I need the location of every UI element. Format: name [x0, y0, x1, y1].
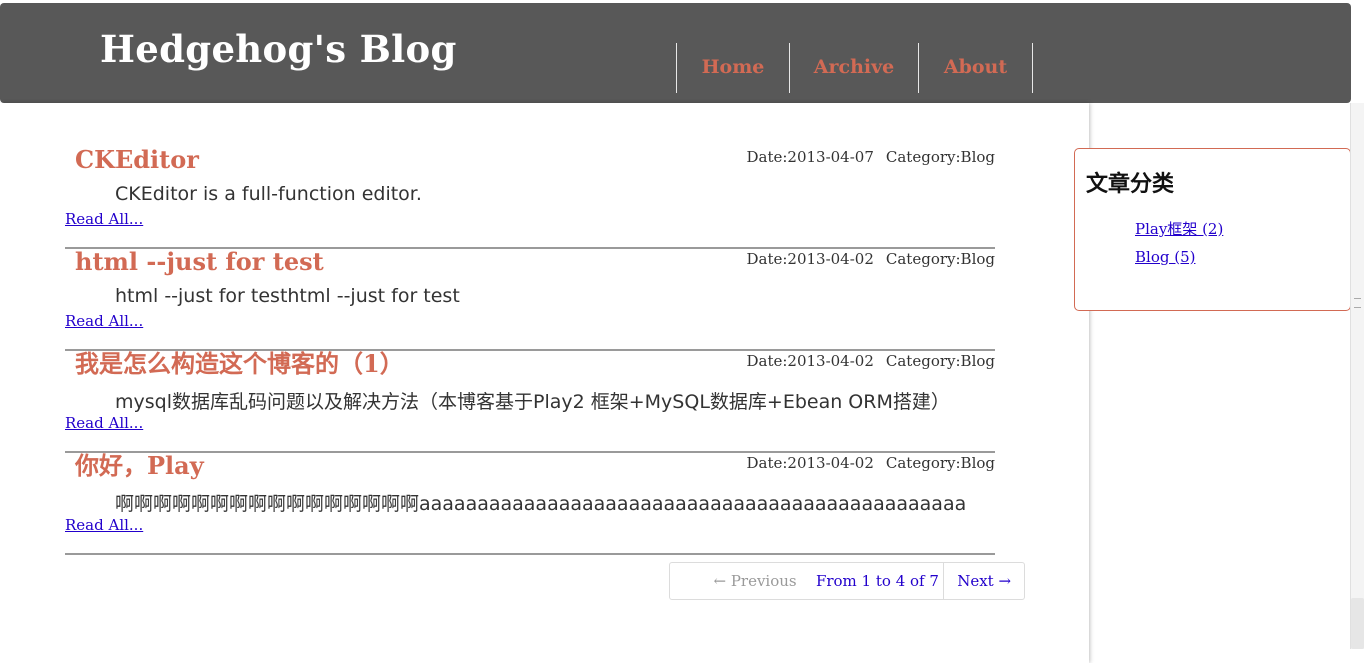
- read-all-link[interactable]: Read All...: [65, 210, 143, 228]
- category-link-blog[interactable]: Blog (5): [1135, 248, 1195, 266]
- post-date: Date:2013-04-02: [746, 352, 874, 370]
- nav-home[interactable]: Home: [676, 43, 789, 93]
- category-item: Play框架 (2): [1135, 218, 1223, 248]
- post-summary: mysql数据库乱码问题以及解决方法（本博客基于Play2 框架+MySQL数据…: [115, 391, 950, 413]
- post-category: Category:Blog: [885, 454, 995, 472]
- sidebar-title: 文章分类: [1086, 172, 1175, 197]
- post-item: 我是怎么构造这个博客的（1） Date:2013-04-02 Category:B…: [65, 349, 995, 453]
- category-sidebar: 文章分类 Play框架 (2) Blog (5): [1074, 148, 1351, 311]
- post-summary: CKEditor is a full-function editor.: [115, 183, 422, 205]
- post-title[interactable]: 你好，Play: [75, 451, 204, 481]
- post-title[interactable]: 我是怎么构造这个博客的（1）: [75, 349, 404, 379]
- post-item: 你好，Play Date:2013-04-02 Category:Blog 啊啊啊…: [65, 451, 995, 555]
- next-page-button[interactable]: Next →: [944, 563, 1024, 599]
- post-meta: Date:2013-04-02 Category:Blog: [746, 454, 995, 472]
- post-summary: html --just for testhtml --just for test: [115, 285, 460, 307]
- page-info: From 1 to 4 of 7: [812, 563, 945, 599]
- post-title[interactable]: html --just for test: [75, 247, 324, 277]
- main-content: CKEditor Date:2013-04-07 Category:Blog CK…: [0, 103, 1089, 663]
- nav-about[interactable]: About: [918, 43, 1033, 93]
- category-list: Play框架 (2) Blog (5): [1135, 218, 1223, 278]
- page-scrollbar[interactable]: [1350, 103, 1364, 649]
- post-item: CKEditor Date:2013-04-07 Category:Blog CK…: [65, 145, 995, 249]
- post-date: Date:2013-04-02: [746, 250, 874, 268]
- post-date: Date:2013-04-07: [746, 148, 874, 166]
- category-item: Blog (5): [1135, 248, 1223, 278]
- post-category: Category:Blog: [885, 148, 995, 166]
- post-title[interactable]: CKEditor: [75, 145, 199, 175]
- scrollbar-thumb[interactable]: [1351, 598, 1364, 649]
- previous-page-button: ← Previous: [713, 572, 797, 590]
- read-all-link[interactable]: Read All...: [65, 516, 143, 534]
- post-item: html --just for test Date:2013-04-02 Cate…: [65, 247, 995, 351]
- post-meta: Date:2013-04-02 Category:Blog: [746, 352, 995, 370]
- post-meta: Date:2013-04-02 Category:Blog: [746, 250, 995, 268]
- pagination: ← Previous From 1 to 4 of 7 Next →: [669, 562, 1025, 600]
- read-all-link[interactable]: Read All...: [65, 414, 143, 432]
- site-header: Hedgehog's Blog Home Archive About: [0, 3, 1351, 103]
- post-meta: Date:2013-04-07 Category:Blog: [746, 148, 995, 166]
- post-category: Category:Blog: [885, 250, 995, 268]
- nav-archive[interactable]: Archive: [789, 43, 918, 93]
- read-all-link[interactable]: Read All...: [65, 312, 143, 330]
- post-category: Category:Blog: [885, 352, 995, 370]
- site-title[interactable]: Hedgehog's Blog: [100, 27, 457, 71]
- post-summary: 啊啊啊啊啊啊啊啊啊啊啊啊啊啊啊啊aaaaaaaaaaaaaaaaaaaaaaaa…: [115, 493, 967, 515]
- grip-icon: [1354, 298, 1361, 308]
- post-date: Date:2013-04-02: [746, 454, 874, 472]
- category-link-play[interactable]: Play框架 (2): [1135, 220, 1223, 238]
- main-nav: Home Archive About: [676, 43, 1033, 93]
